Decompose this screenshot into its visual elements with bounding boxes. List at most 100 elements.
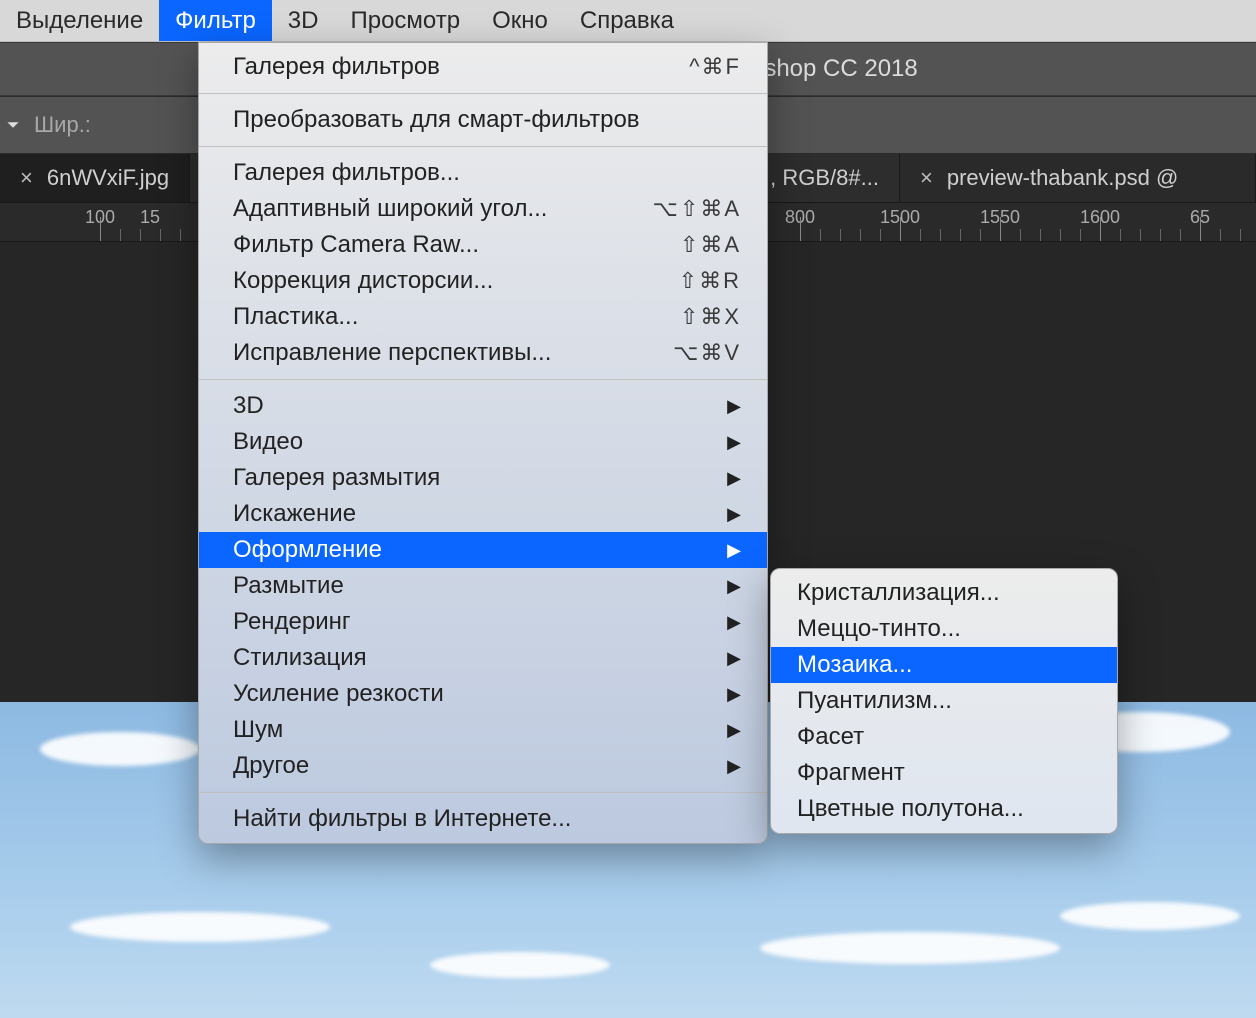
menu-item-label: Адаптивный широкий угол...: [233, 195, 547, 223]
menu-item-shortcut: ⌥⇧⌘A: [653, 196, 741, 222]
submenu-arrow-icon: ▶: [727, 468, 741, 489]
menu-item-label: Найти фильтры в Интернете...: [233, 805, 571, 833]
menu-item[interactable]: Исправление перспективы... ⌥⌘V: [199, 335, 767, 371]
doc-tab-right[interactable]: × preview-thabank.psd @: [900, 154, 1256, 202]
menu-item-label: Стилизация: [233, 644, 367, 672]
menu-item[interactable]: Рендеринг ▶: [199, 604, 767, 640]
menu-item[interactable]: Шум▶: [199, 712, 767, 748]
ruler-tick-minor: [1040, 229, 1041, 241]
submenu-arrow-icon: ▶: [727, 540, 741, 561]
ruler-tick-minor: [1160, 229, 1161, 241]
menu-item-shortcut: ⇧⌘X: [680, 304, 741, 330]
menu-item-shortcut: ⌥⌘V: [673, 340, 741, 366]
ruler-tick-minor: [1240, 229, 1241, 241]
submenu-item[interactable]: Цветные полутона...: [771, 791, 1117, 827]
menu-item[interactable]: Фильтр Camera Raw...⇧⌘A: [199, 227, 767, 263]
ruler-tick-minor: [880, 229, 881, 241]
menu-item-label: Пластика...: [233, 303, 358, 331]
menu-item-label: Видео: [233, 428, 303, 456]
menu-item[interactable]: Стилизация ▶: [199, 640, 767, 676]
submenu-item-label: Фасет: [797, 723, 864, 751]
menu-item-label: 3D: [233, 392, 264, 420]
submenu-item-label: Кристаллизация...: [797, 579, 1000, 607]
menu-item[interactable]: Преобразовать для смарт-фильтров: [199, 102, 767, 138]
submenu-arrow-icon: ▶: [727, 612, 741, 633]
chevron-down-icon[interactable]: [6, 118, 20, 132]
menu-3d[interactable]: 3D: [272, 0, 335, 41]
submenu-item[interactable]: Фрагмент: [771, 755, 1117, 791]
doc-tab-mid-fragment[interactable]: , RGB/8#...: [750, 154, 900, 202]
doc-tab-label: , RGB/8#...: [770, 165, 879, 191]
menu-item-label: Фильтр Camera Raw...: [233, 231, 479, 259]
menu-item[interactable]: Коррекция дисторсии...⇧⌘R: [199, 263, 767, 299]
ruler-tick-minor: [960, 229, 961, 241]
ruler-tick-major: [1100, 217, 1101, 241]
filter-submenu-pixelate: Кристаллизация... Меццо-тинто... Мозаика..…: [770, 568, 1118, 834]
submenu-arrow-icon: ▶: [727, 396, 741, 417]
submenu-item[interactable]: Пуантилизм...: [771, 683, 1117, 719]
submenu-arrow-icon: ▶: [727, 576, 741, 597]
ruler-tick-major: [800, 217, 801, 241]
ruler-tick-minor: [1180, 229, 1181, 241]
menu-item-label: Усиление резкости: [233, 680, 444, 708]
menu-item[interactable]: Искажение ▶: [199, 496, 767, 532]
ruler-tick-minor: [940, 229, 941, 241]
menu-item[interactable]: Галерея размытия ▶: [199, 460, 767, 496]
ruler-tick-minor: [920, 229, 921, 241]
ruler-tick-minor: [120, 229, 121, 241]
menu-item[interactable]: Видео▶: [199, 424, 767, 460]
menu-help[interactable]: Справка: [564, 0, 690, 41]
submenu-arrow-icon: ▶: [727, 504, 741, 525]
close-icon[interactable]: ×: [920, 165, 933, 191]
submenu-arrow-icon: ▶: [727, 720, 741, 741]
menu-item[interactable]: Другое▶: [199, 748, 767, 784]
ruler-tick-minor: [1120, 229, 1121, 241]
ruler-tick-minor: [1060, 229, 1061, 241]
filter-dropdown-menu: Галерея фильтров^⌘F Преобразовать для сма…: [198, 42, 768, 844]
submenu-item-label: Цветные полутона...: [797, 795, 1024, 823]
submenu-item[interactable]: Меццо-тинто...: [771, 611, 1117, 647]
menu-item-label: Рендеринг: [233, 608, 351, 636]
menu-item[interactable]: Размытие▶: [199, 568, 767, 604]
menu-item[interactable]: Найти фильтры в Интернете...: [199, 801, 767, 837]
ruler-tick-minor: [820, 229, 821, 241]
submenu-item[interactable]: Кристаллизация...: [771, 575, 1117, 611]
menu-window[interactable]: Окно: [476, 0, 564, 41]
menu-item-label: Исправление перспективы...: [233, 339, 551, 367]
submenu-arrow-icon: ▶: [727, 684, 741, 705]
ruler-tick-minor: [1080, 229, 1081, 241]
submenu-item[interactable]: Фасет: [771, 719, 1117, 755]
ruler-tick-minor: [140, 229, 141, 241]
doc-tab-label: 6nWVxiF.jpg: [47, 165, 169, 191]
menu-item-label: Галерея размытия: [233, 464, 440, 492]
close-icon[interactable]: ×: [20, 165, 33, 191]
menu-item[interactable]: Пластика... ⇧⌘X: [199, 299, 767, 335]
menu-view[interactable]: Просмотр: [334, 0, 476, 41]
option-width-label: Шир.:: [34, 112, 91, 138]
menu-item-label: Оформление: [233, 536, 382, 564]
ruler-tick-minor: [840, 229, 841, 241]
doc-tab-left[interactable]: × 6nWVxiF.jpg: [0, 154, 190, 202]
submenu-item-label: Мозаика...: [797, 651, 912, 679]
menu-item[interactable]: 3D ▶: [199, 388, 767, 424]
submenu-arrow-icon: ▶: [727, 648, 741, 669]
ruler-tick-minor: [1220, 229, 1221, 241]
submenu-item-label: Пуантилизм...: [797, 687, 952, 715]
menu-item[interactable]: Усиление резкости ▶: [199, 676, 767, 712]
menu-item[interactable]: Галерея фильтров...: [199, 155, 767, 191]
menu-selection[interactable]: Выделение: [0, 0, 159, 41]
menu-item[interactable]: Оформление ▶: [199, 532, 767, 568]
ruler-tick-minor: [180, 229, 181, 241]
submenu-arrow-icon: ▶: [727, 756, 741, 777]
menu-filter[interactable]: Фильтр: [159, 0, 272, 41]
menu-item-label: Искажение: [233, 500, 356, 528]
menu-item-label: Преобразовать для смарт-фильтров: [233, 106, 640, 134]
os-menubar: Выделение Фильтр 3D Просмотр Окно Справк…: [0, 0, 1256, 42]
menu-item-label: Галерея фильтров: [233, 53, 440, 81]
menu-item-label: Галерея фильтров...: [233, 159, 460, 187]
menu-item-shortcut: ⇧⌘R: [679, 268, 741, 294]
menu-item[interactable]: Адаптивный широкий угол... ⌥⇧⌘A: [199, 191, 767, 227]
submenu-item-label: Меццо-тинто...: [797, 615, 961, 643]
submenu-item[interactable]: Мозаика...: [771, 647, 1117, 683]
menu-item[interactable]: Галерея фильтров^⌘F: [199, 49, 767, 85]
